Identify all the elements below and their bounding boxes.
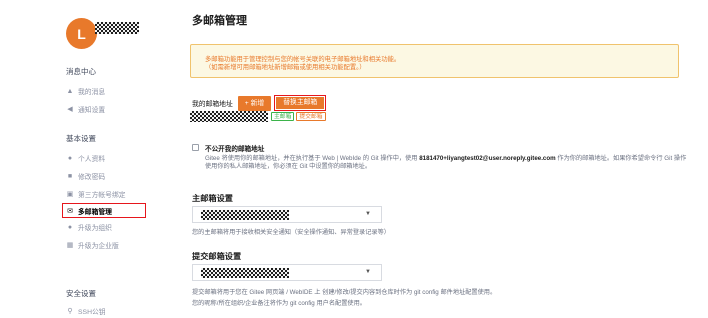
- commit-email-description-1: 提交邮箱将用于您在 Gitee 网页端 / WebIDE 上 创建/修改/提交内…: [192, 289, 497, 296]
- notice-line-2: （如需新增可用邮箱地址新增邮箱或使用相关功能配置。）: [205, 64, 366, 71]
- sidebar-section-basic: 基本设置 ● 个人资料 ■ 修改密码 ▣ 第三方帐号绑定 ✉ 多邮箱管理 ● 升…: [62, 133, 146, 254]
- notice-line-1: 多邮箱功能用于管理控制与您的帐号关联的电子邮箱地址和相关功能。: [205, 56, 401, 63]
- sidebar-item-label: SSH公钥: [78, 309, 106, 316]
- sidebar-item-ssh-key[interactable]: ⚲ SSH公钥: [66, 302, 106, 318]
- sidebar-section-title: 消息中心: [66, 67, 96, 76]
- commit-email-select[interactable]: ▼: [192, 264, 382, 281]
- sidebar-section-security: 安全设置 ⚲ SSH公钥: [66, 288, 106, 318]
- speaker-icon: ◀: [67, 106, 73, 113]
- email-list-item: 主邮箱 提交邮箱: [190, 111, 326, 122]
- commit-email-section-title: 提交邮箱设置: [192, 252, 242, 261]
- sidebar-item-label: 我的消息: [78, 89, 106, 96]
- selected-email-redacted: [201, 267, 289, 278]
- noreply-email: 8181470+liyangtest02@user.noreply.gitee.…: [419, 155, 556, 162]
- primary-email-description: 您的主邮箱将用于接收相关安全通知（安全操作通知、异常登录记录等）: [192, 229, 390, 236]
- sidebar-item-my-messages[interactable]: ▲ 我的消息: [66, 82, 106, 100]
- commit-email-tag: 提交邮箱: [296, 112, 326, 121]
- sidebar-item-change-password[interactable]: ■ 修改密码: [66, 167, 146, 185]
- lock-icon: ■: [67, 172, 73, 180]
- sidebar-item-upgrade-enterprise[interactable]: ▦ 升级为企业版: [66, 236, 146, 254]
- building-icon: ▦: [66, 242, 74, 249]
- private-email-checkbox[interactable]: [192, 144, 199, 151]
- private-email-option: 不公开我的邮箱地址 Gitee 将使用你的邮箱地址，并在执行基于 Web | W…: [192, 143, 687, 171]
- primary-email-select[interactable]: ▼: [192, 206, 382, 223]
- private-desc-prefix: Gitee 将使用你的邮箱地址，并在执行基于 Web | WebIde 的 Gi…: [205, 155, 420, 162]
- group-icon: ●: [67, 223, 73, 231]
- primary-email-section-title: 主邮箱设置: [192, 194, 233, 203]
- chevron-down-icon: ▼: [365, 269, 371, 275]
- primary-email-tag: 主邮箱: [271, 112, 295, 121]
- bell-icon: ▲: [66, 87, 74, 95]
- sidebar-section-title: 基本设置: [66, 134, 96, 143]
- sidebar-item-notification-settings[interactable]: ◀ 通知设置: [66, 100, 105, 118]
- key-icon: ⚲: [67, 308, 73, 315]
- my-email-label: 我的邮箱地址: [192, 101, 233, 108]
- sidebar-item-profile[interactable]: ● 个人资料: [66, 149, 146, 167]
- profile: L: [66, 18, 139, 49]
- commit-email-description-2: 您的昵称/所在组织/企业备注将作为 git config 用户名配置使用。: [192, 300, 366, 307]
- sidebar-item-label: 多邮箱管理: [78, 208, 112, 216]
- sidebar-item-label: 通知设置: [78, 107, 106, 114]
- selected-email-redacted: [201, 209, 289, 220]
- info-notice: 多邮箱功能用于管理控制与您的帐号关联的电子邮箱地址和相关功能。 （如需新增可用邮…: [190, 44, 679, 78]
- sidebar-section-messages: 消息中心 ▲ 我的消息 ◀ 通知设置: [66, 66, 105, 118]
- sidebar-item-upgrade-organization[interactable]: ● 升级为组织: [66, 218, 146, 236]
- username-redacted: [95, 21, 139, 34]
- sidebar-item-label: 个人资料: [78, 156, 106, 163]
- email-address-toolbar: 我的邮箱地址 + 新增 替换主邮箱: [192, 95, 327, 111]
- replace-primary-highlight: 替换主邮箱: [274, 95, 327, 111]
- private-email-title: 不公开我的邮箱地址: [205, 146, 265, 153]
- sidebar-item-label: 第三方帐号绑定: [78, 192, 126, 199]
- person-icon: ●: [67, 154, 73, 162]
- sidebar-item-multi-email[interactable]: ✉ 多邮箱管理: [62, 203, 146, 218]
- link-icon: ▣: [66, 191, 74, 198]
- sidebar-item-third-party-binding[interactable]: ▣ 第三方帐号绑定: [66, 185, 146, 203]
- email-address-redacted: [190, 111, 268, 122]
- page-title: 多邮箱管理: [192, 15, 247, 27]
- replace-primary-email-button[interactable]: 替换主邮箱: [276, 97, 325, 109]
- sidebar: L 消息中心 ▲ 我的消息 ◀ 通知设置 基本设置 ● 个人资料 ■ 修改密码 …: [56, 0, 156, 318]
- add-email-button[interactable]: + 新增: [237, 95, 272, 111]
- private-email-description: Gitee 将使用你的邮箱地址，并在执行基于 Web | WebIde 的 Gi…: [205, 155, 687, 171]
- sidebar-item-label: 修改密码: [78, 174, 106, 181]
- avatar[interactable]: L: [66, 18, 97, 49]
- chevron-down-icon: ▼: [365, 211, 371, 217]
- envelope-icon: ✉: [67, 207, 73, 215]
- sidebar-item-label: 升级为组织: [78, 225, 112, 232]
- main-content: 多邮箱管理 多邮箱功能用于管理控制与您的帐号关联的电子邮箱地址和相关功能。 （如…: [189, 0, 689, 318]
- sidebar-section-title: 安全设置: [66, 289, 96, 298]
- sidebar-item-label: 升级为企业版: [78, 243, 119, 250]
